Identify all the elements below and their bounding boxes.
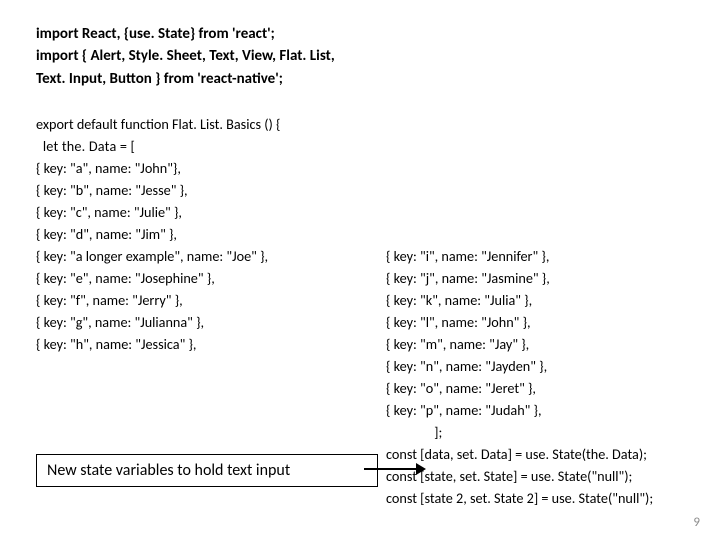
code-top-block: import React, {use. State} from 'react';… bbox=[36, 24, 684, 89]
code-line: { key: "l", name: "John" }, bbox=[386, 311, 653, 333]
code-line: ]; bbox=[386, 421, 653, 443]
code-line: { key: "j", name: "Jasmine" }, bbox=[386, 267, 653, 289]
slide: import React, {use. State} from 'react';… bbox=[0, 0, 720, 540]
caption-text: New state variables to hold text input bbox=[47, 461, 290, 480]
code-line: { key: "o", name: "Jeret" }, bbox=[386, 377, 653, 399]
code-line: export default function Flat. List. Basi… bbox=[36, 113, 684, 135]
code-line: { key: "m", name: "Jay" }, bbox=[386, 333, 653, 355]
code-line: { key: "n", name: "Jayden" }, bbox=[386, 355, 653, 377]
code-line: { key: "a", name: "John"}, bbox=[36, 157, 684, 179]
code-line: Text. Input, Button } from 'react-native… bbox=[36, 69, 684, 89]
code-line: import React, {use. State} from 'react'; bbox=[36, 24, 684, 44]
arrow-icon bbox=[364, 468, 424, 470]
code-line: { key: "b", name: "Jesse" }, bbox=[36, 179, 684, 201]
code-line: { key: "i", name: "Jennifer" }, bbox=[386, 245, 653, 267]
caption-box: New state variables to hold text input bbox=[36, 454, 378, 487]
page-number: 9 bbox=[693, 515, 700, 530]
code-line: { key: "d", name: "Jim" }, bbox=[36, 223, 684, 245]
code-line: { key: "k", name: "Julia" }, bbox=[386, 289, 653, 311]
code-line: const [data, set. Data] = use. State(the… bbox=[386, 443, 653, 465]
code-line: let the. Data = [ bbox=[36, 135, 684, 157]
code-right-block: { key: "i", name: "Jennifer" }, { key: "… bbox=[386, 245, 653, 509]
code-line: const [state, set. State] = use. State("… bbox=[386, 465, 653, 487]
code-line: { key: "p", name: "Judah" }, bbox=[386, 399, 653, 421]
code-line: { key: "c", name: "Julie" }, bbox=[36, 201, 684, 223]
code-line: const [state 2, set. State 2] = use. Sta… bbox=[386, 487, 653, 509]
code-line: import { Alert, Style. Sheet, Text, View… bbox=[36, 46, 684, 66]
